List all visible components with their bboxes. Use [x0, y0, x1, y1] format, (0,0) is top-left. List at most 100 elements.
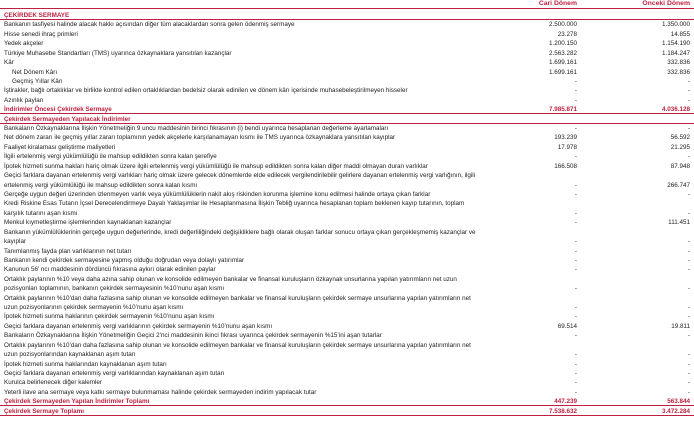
row-value-previous: -: [687, 190, 690, 198]
row-value-previous: -: [687, 304, 690, 312]
row-value-current: 1.200.150: [548, 40, 577, 48]
row-value-previous: -: [687, 285, 690, 293]
row-label: Geçici farklara dayanan ertelenmiş vergi…: [4, 172, 476, 180]
row-value-current: -: [574, 266, 577, 274]
row-value-previous: -: [687, 369, 690, 377]
table-row: Bankanın tasfiyesi halinde alacak hakkı …: [0, 20, 694, 29]
table-row: Bankanın kendi çekirdek sermayesine yapm…: [0, 256, 694, 265]
capital-table: Cari Dönem Önceki Dönem ÇEKİRDEK SERMAYE…: [0, 0, 694, 446]
row-value-previous: 1.154.190: [661, 40, 690, 48]
table-row: Net dönem zararı ile geçmiş yıllar zarar…: [0, 133, 694, 142]
row-value-current: -: [574, 285, 577, 293]
table-row: Tanımlanmış fayda plan varlıklarının net…: [0, 247, 694, 256]
table-row: Kâr 1.699.161 332.836: [0, 58, 694, 67]
row-value-previous: -: [687, 256, 690, 264]
row-value-previous: -: [687, 125, 690, 133]
row-value-current: -: [574, 125, 577, 133]
row-value-current: 2.500.000: [548, 21, 577, 29]
table-row: Geçici farklara dayanan ertelenmiş vergi…: [0, 322, 694, 331]
row-label: Yeterli ilave ana sermaye veya katkı ser…: [4, 388, 317, 396]
row-value-previous: 56.592: [670, 134, 690, 142]
table-row: Kanunun 56’ ncı maddesinin dördüncü fıkr…: [0, 265, 694, 274]
row-value-current: -: [574, 332, 577, 340]
row-value-previous: -: [687, 153, 690, 161]
row-label: Hisse senedi ihraç primleri: [4, 30, 78, 38]
table-row: uzun pozisyonlarından kaynaklanan aşım t…: [0, 350, 694, 359]
row-value-previous: -: [687, 87, 690, 95]
row-label: karşılık tutarını aşan kısmı: [4, 209, 78, 217]
table-row: Çekirdek Sermayeden Yapılan İndirimler T…: [0, 397, 694, 407]
table-row: Azınlık payları - -: [0, 96, 694, 105]
row-value-current: -: [574, 313, 577, 321]
row-value-current: -: [574, 190, 577, 198]
row-value-current: 23.278: [557, 30, 577, 38]
row-label: Azınlık payları: [4, 96, 44, 104]
row-label: Geçici farklara dayanan ertelenmiş vergi…: [4, 322, 273, 330]
table-row: Yedek akçeler 1.200.150 1.154.190: [0, 39, 694, 48]
row-value-current: -: [574, 238, 577, 246]
table-row: uzun pozisyonlarının çekirdek sermayenin…: [0, 303, 694, 312]
row-label: kayıplar: [4, 238, 27, 246]
row-value-previous: -: [687, 96, 690, 104]
row-value-previous: -: [687, 379, 690, 387]
row-label: Tanımlanmış fayda plan varlıklarının net…: [4, 247, 132, 255]
table-row: ÇEKİRDEK SERMAYE: [0, 11, 694, 20]
table-row: İlgili ertelenmiş vergi yükümlülüğü ile …: [0, 152, 694, 161]
row-value-previous: -: [687, 266, 690, 274]
column-header-current: Cari Dönem: [538, 0, 577, 7]
row-value-previous: 19.811: [671, 322, 690, 330]
row-value-current: -: [574, 96, 577, 104]
row-label: İştirakler, bağlı ortaklıklar ve birlikt…: [4, 87, 408, 95]
row-label: Bankaların Özkaynaklarına İlişkin Yönetm…: [4, 332, 382, 340]
row-label: İpotek hizmeti sunma hakları hariç olmak…: [4, 162, 428, 170]
row-label: Faaliyet kiralaması geliştirme maliyetle…: [4, 143, 116, 151]
row-value-previous: 266.747: [667, 181, 690, 189]
table-row: İndirimler Öncesi Çekirdek Sermaye 7.985.…: [0, 105, 694, 115]
row-label: İpotek hizmeti sunma haklarından kaynakl…: [4, 360, 167, 368]
row-label: Geçici farklara dayanan ertelenmiş vergi…: [4, 369, 225, 377]
row-value-current: 1.699.161: [548, 59, 577, 67]
table-row: Faaliyet kiralaması geliştirme maliyetle…: [0, 143, 694, 152]
row-value-previous: -: [687, 313, 690, 321]
table-row: İştirakler, bağlı ortaklıklar ve birlikt…: [0, 86, 694, 95]
row-value-previous: 332.836: [667, 59, 690, 67]
table-row: Bankanın yükümlülüklerinin gerçeğe uygun…: [0, 228, 694, 237]
row-label: Gerçeğe uygun değeri üzerinden izlenmeye…: [4, 190, 431, 198]
table-row: Bankaların Özkaynaklarına İlişkin Yönetm…: [0, 124, 694, 133]
table-row: Geçici farklara dayanan ertelenmiş vergi…: [0, 369, 694, 378]
row-label: Ortaklık paylarının %10’dan daha fazlası…: [4, 294, 471, 302]
row-label: Net Dönem Kârı: [12, 68, 58, 76]
row-label: uzun pozisyonlarından kaynaklanan aşım t…: [4, 351, 136, 359]
row-value-current: 193.239: [554, 134, 577, 142]
table-row: Ortaklık paylarının %10’dan daha fazlası…: [0, 341, 694, 350]
table-row: Çekirdek Sermaye Toplamı 7.538.632 3.472.2…: [0, 407, 694, 416]
row-label: Bankaların Özkaynaklarına İlişkin Yönetm…: [4, 125, 389, 133]
table-row: kayıplar - -: [0, 237, 694, 246]
row-value-current: -: [574, 247, 577, 255]
table-row: Ortaklık paylarının %10’dan daha fazlası…: [0, 294, 694, 303]
row-value-current: 1.699.161: [548, 68, 577, 76]
row-value-previous: -: [687, 388, 690, 396]
row-label: ertelenmiş vergi yükümlülüğü ile mahsup …: [4, 181, 198, 189]
row-label: Ortaklık paylarının %10 veya daha azına …: [4, 275, 457, 283]
row-value-previous: 14.855: [670, 30, 690, 38]
row-value-current: -: [574, 369, 577, 377]
row-value-previous: -: [687, 209, 690, 217]
table-row: İpotek hizmeti sunma hakları hariç olmak…: [0, 162, 694, 171]
table-row: İpotek hizmeti sunma haklarından kaynakl…: [0, 360, 694, 369]
table-row: ertelenmiş vergi yükümlülüğü ile mahsup …: [0, 181, 694, 190]
row-label: Kâr: [4, 59, 14, 67]
row-label: İlgili ertelenmiş vergi yükümlülüğü ile …: [4, 153, 217, 161]
row-label: Ortaklık paylarının %10’dan daha fazlası…: [4, 341, 471, 349]
row-value-previous: 1.184.247: [661, 49, 690, 57]
row-label: Kanunun 56’ ncı maddesinin dördüncü fıkr…: [4, 266, 216, 274]
row-value-previous: -: [687, 351, 690, 359]
row-value-previous: 1.350.000: [661, 21, 690, 29]
row-value-previous: -: [687, 247, 690, 255]
row-value-current: -: [574, 256, 577, 264]
table-row: Kredi Riskine Esas Tutarın İçsel Derecel…: [0, 199, 694, 208]
row-value-current: -: [574, 304, 577, 312]
row-label: Türkiye Muhasebe Standartları (TMS) uyar…: [4, 49, 232, 57]
row-label: Menkul kıymetleştirme işlemlerinden kayn…: [4, 219, 172, 227]
table-row: Geçici farklara dayanan ertelenmiş vergi…: [0, 171, 694, 180]
